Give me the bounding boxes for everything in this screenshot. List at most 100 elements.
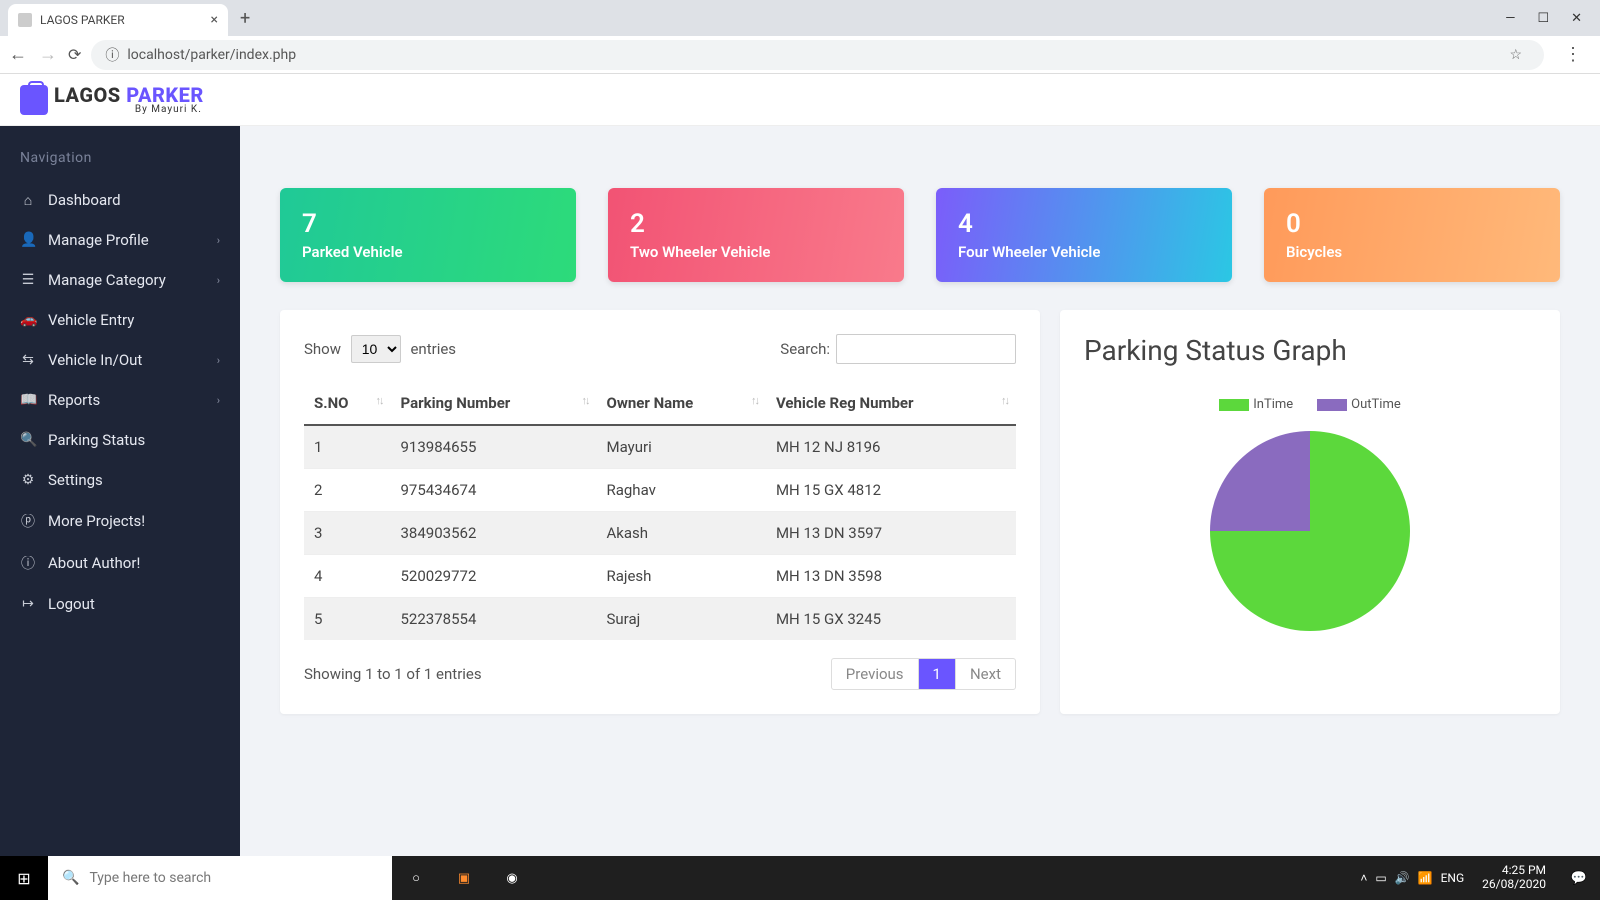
sidebar-item-label: More Projects! [48, 512, 145, 530]
table-cell: MH 15 GX 4812 [766, 469, 1016, 512]
chart-legend: InTimeOutTime [1219, 397, 1401, 412]
stat-card[interactable]: 0Bicycles [1264, 188, 1560, 282]
browser-tab[interactable]: LAGOS PARKER × [8, 4, 228, 36]
reload-button[interactable]: ⟳ [68, 45, 81, 64]
table-row[interactable]: 2975434674RaghavMH 15 GX 4812 [304, 469, 1016, 512]
forward-button[interactable]: → [38, 44, 58, 65]
table-search: Search: [780, 334, 1016, 364]
close-tab-icon[interactable]: × [211, 12, 218, 28]
stat-card[interactable]: 4Four Wheeler Vehicle [936, 188, 1232, 282]
table-row[interactable]: 3384903562AkashMH 13 DN 3597 [304, 512, 1016, 555]
clock[interactable]: 4:25 PM 26/08/2020 [1476, 864, 1552, 892]
stat-label: Two Wheeler Vehicle [630, 243, 882, 261]
entries-select[interactable]: 10 [351, 335, 401, 363]
sidebar-icon: ⌂ [20, 192, 36, 209]
table-cell: 913984655 [391, 425, 597, 469]
sidebar-item-settings[interactable]: ⚙Settings [0, 460, 240, 500]
table-header-row: S.NO↑↓Parking Number↑↓Owner Name↑↓Vehicl… [304, 382, 1016, 425]
taskbar-search[interactable]: 🔍 Type here to search [48, 856, 392, 900]
favicon [18, 13, 32, 27]
sidebar-item-dashboard[interactable]: ⌂Dashboard [0, 180, 240, 220]
pie-chart [1205, 426, 1415, 636]
site-info-icon[interactable]: ⓘ [105, 45, 119, 65]
tray-chevron-icon[interactable]: ˄ [1360, 871, 1367, 885]
notifications-icon[interactable]: 💬 [1564, 871, 1594, 886]
language-indicator[interactable]: ENG [1441, 871, 1465, 885]
column-header[interactable]: S.NO↑↓ [304, 382, 391, 425]
table-cell: Mayuri [596, 425, 765, 469]
sidebar-item-logout[interactable]: ↦Logout [0, 584, 240, 624]
sound-icon[interactable]: 🔊 [1395, 871, 1410, 885]
xampp-icon[interactable]: ▣ [440, 856, 488, 900]
sidebar-icon: ⚙ [20, 472, 36, 488]
table-cell: 1 [304, 425, 391, 469]
sort-icon: ↑↓ [751, 394, 758, 407]
sidebar-icon: 🔍 [20, 432, 36, 448]
table-controls: Show 10 entries Search: [304, 334, 1016, 364]
chevron-right-icon: › [217, 234, 220, 247]
sidebar-item-vehicle-entry[interactable]: 🚗Vehicle Entry [0, 300, 240, 340]
sidebar-item-parking-status[interactable]: 🔍Parking Status [0, 420, 240, 460]
pie-slice-outtime [1210, 431, 1310, 531]
search-input[interactable] [836, 334, 1016, 364]
page-1-button[interactable]: 1 [918, 659, 955, 689]
sidebar-item-more-projects-[interactable]: ⓟMore Projects! [0, 500, 240, 542]
time-text: 4:25 PM [1482, 864, 1546, 878]
sidebar-item-label: About Author! [48, 554, 140, 572]
table-cell: 5 [304, 598, 391, 641]
chevron-right-icon: › [217, 394, 220, 407]
cortana-icon[interactable]: ○ [392, 856, 440, 900]
table-row[interactable]: 4520029772RajeshMH 13 DN 3598 [304, 555, 1016, 598]
browser-menu-icon[interactable]: ⋮ [1554, 44, 1592, 65]
stat-card[interactable]: 2 Two Wheeler Vehicle [608, 188, 904, 282]
table-cell: Rajesh [596, 555, 765, 598]
stat-card[interactable]: 7Parked Vehicle [280, 188, 576, 282]
stat-cards-row: 7Parked Vehicle 2 Two Wheeler Vehicle 4Four… [280, 188, 1560, 282]
sidebar-item-label: Manage Category [48, 271, 166, 289]
table-row[interactable]: 5522378554SurajMH 15 GX 3245 [304, 598, 1016, 641]
app-header: LAGOS PARKER By Mayuri K. [0, 74, 1600, 126]
table-footer: Showing 1 to 1 of 1 entries Previous 1 N… [304, 658, 1016, 690]
table-cell: 384903562 [391, 512, 597, 555]
search-icon: 🔍 [62, 870, 79, 886]
sidebar-item-reports[interactable]: 📖Reports› [0, 380, 240, 420]
close-window-button[interactable]: ✕ [1571, 11, 1582, 26]
search-label: Search: [780, 340, 830, 358]
table-row[interactable]: 1913984655MayuriMH 12 NJ 8196 [304, 425, 1016, 469]
minimize-button[interactable]: — [1505, 11, 1515, 26]
chrome-icon[interactable]: ◉ [488, 856, 536, 900]
sidebar-item-vehicle-in-out[interactable]: ⇆Vehicle In/Out› [0, 340, 240, 380]
prev-button[interactable]: Previous [832, 659, 918, 689]
bookmark-icon[interactable]: ☆ [1509, 47, 1530, 63]
next-button[interactable]: Next [955, 659, 1015, 689]
sidebar-item-label: Vehicle Entry [48, 311, 134, 329]
chart-panel: Parking Status Graph InTimeOutTime [1060, 310, 1560, 714]
table-cell: 3 [304, 512, 391, 555]
address-bar-row: ← → ⟳ ⓘ localhost/parker/index.php ☆ ⋮ [0, 36, 1600, 74]
stat-value: 2 [630, 209, 882, 239]
column-header[interactable]: Parking Number↑↓ [391, 382, 597, 425]
column-header[interactable]: Owner Name↑↓ [596, 382, 765, 425]
logo-icon [20, 85, 48, 115]
column-header[interactable]: Vehicle Reg Number↑↓ [766, 382, 1016, 425]
sidebar-item-label: Logout [48, 595, 95, 613]
back-button[interactable]: ← [8, 44, 28, 65]
table-cell: 2 [304, 469, 391, 512]
battery-icon[interactable]: ▭ [1375, 871, 1386, 885]
logo[interactable]: LAGOS PARKER By Mayuri K. [20, 85, 204, 115]
sidebar-icon: ⇆ [20, 352, 36, 368]
taskbar: ⊞ 🔍 Type here to search ○ ▣ ◉ ˄ ▭ 🔊 📶 EN… [0, 856, 1600, 900]
start-button[interactable]: ⊞ [0, 856, 48, 900]
table-cell: 975434674 [391, 469, 597, 512]
sidebar-item-manage-category[interactable]: ☰Manage Category› [0, 260, 240, 300]
maximize-button[interactable]: ☐ [1537, 11, 1549, 26]
table-cell: MH 12 NJ 8196 [766, 425, 1016, 469]
address-bar[interactable]: ⓘ localhost/parker/index.php ☆ [91, 40, 1544, 70]
sidebar-icon: 👤 [20, 232, 36, 248]
wifi-icon[interactable]: 📶 [1418, 871, 1433, 885]
sidebar-item-manage-profile[interactable]: 👤Manage Profile› [0, 220, 240, 260]
sidebar-item-label: Vehicle In/Out [48, 351, 142, 369]
sidebar-item-about-author-[interactable]: ⓘAbout Author! [0, 542, 240, 584]
stat-value: 7 [302, 209, 554, 239]
new-tab-button[interactable]: + [232, 8, 258, 29]
